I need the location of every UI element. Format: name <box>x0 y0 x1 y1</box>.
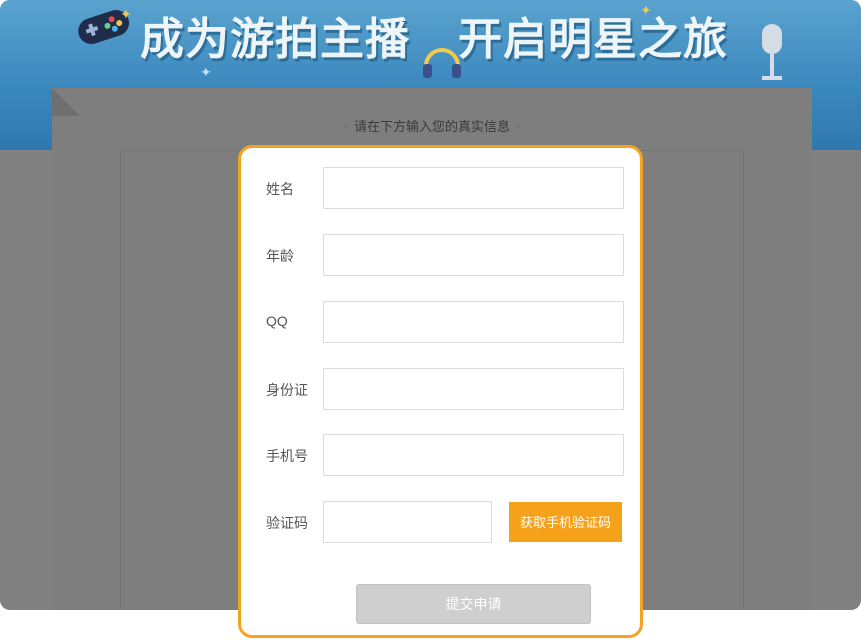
phone-input[interactable] <box>323 434 624 476</box>
form-row-qq: QQ <box>241 301 640 343</box>
age-input[interactable] <box>323 234 624 276</box>
form-row-id-card: 身份证 <box>241 368 640 410</box>
verification-code-input[interactable] <box>323 501 492 543</box>
form-row-verification-code: 验证码 获取手机验证码 <box>241 501 640 543</box>
name-input[interactable] <box>323 167 624 209</box>
form-row-name: 姓名 <box>241 167 640 209</box>
banner-title-part1: 成为游拍主播 <box>140 14 410 65</box>
paper-header: ⁘ 请在下方输入您的真实信息 ⁘ <box>52 116 812 135</box>
age-label: 年龄 <box>266 248 294 264</box>
star-icon: ✦ <box>120 6 132 22</box>
application-form-modal: 姓名 年龄 QQ 身份证 手机号 验证码 获取手机验证码 提交申请 <box>238 145 643 638</box>
form-row-age: 年龄 <box>241 234 640 276</box>
banner-title-part2: 开启明星之旅 <box>458 14 728 65</box>
submit-application-button[interactable]: 提交申请 <box>356 584 591 624</box>
qq-label: QQ <box>266 313 288 329</box>
header-mark-left: ⁘ <box>341 123 351 134</box>
form-row-phone: 手机号 <box>241 434 640 476</box>
verification-code-label: 验证码 <box>266 515 308 531</box>
paper-fold-corner <box>52 88 80 116</box>
header-mark-right: ⁘ <box>513 123 523 134</box>
get-sms-code-button[interactable]: 获取手机验证码 <box>509 502 622 542</box>
paper-header-text: 请在下方输入您的真实信息 <box>353 119 510 134</box>
banner-title: 成为游拍主播 开启明星之旅 <box>140 10 780 70</box>
qq-input[interactable] <box>323 301 624 343</box>
id-card-label: 身份证 <box>266 382 308 398</box>
phone-label: 手机号 <box>266 448 308 464</box>
name-label: 姓名 <box>266 181 294 197</box>
id-card-input[interactable] <box>323 368 624 410</box>
